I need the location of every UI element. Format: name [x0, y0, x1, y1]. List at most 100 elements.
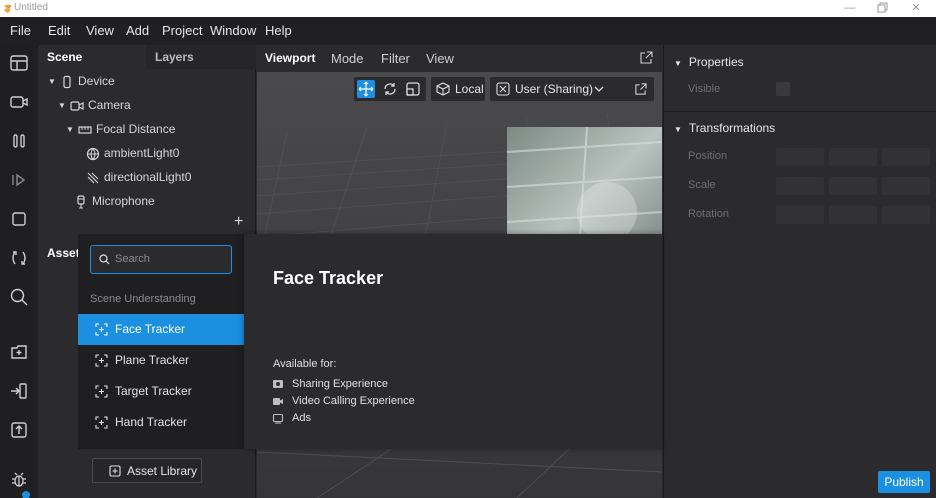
- properties-title: Properties: [688, 55, 744, 69]
- search-input[interactable]: Search: [90, 245, 232, 274]
- rotation-label: Rotation: [688, 208, 729, 220]
- properties-header[interactable]: ▼ Properties: [674, 55, 744, 69]
- tab-filter[interactable]: Filter: [381, 51, 410, 66]
- tree-item-label: Focal Distance: [96, 122, 176, 136]
- globe-icon: [86, 147, 100, 161]
- menu-view[interactable]: View: [86, 17, 114, 45]
- menu-project[interactable]: Project: [162, 17, 202, 45]
- tree-item-camera[interactable]: ▼ Camera: [58, 93, 131, 117]
- popout-icon[interactable]: [640, 51, 653, 64]
- scale-icon[interactable]: [404, 80, 422, 98]
- position-x-field[interactable]: [776, 148, 824, 166]
- position-z-field[interactable]: [882, 148, 930, 166]
- rotate-icon[interactable]: [381, 80, 399, 98]
- tree-item-device[interactable]: ▼ Device: [48, 69, 115, 93]
- tracker-icon: [95, 416, 108, 429]
- divider: [664, 111, 936, 112]
- menu-edit[interactable]: Edit: [48, 17, 70, 45]
- tree-item-label: ambientLight0: [104, 146, 180, 160]
- list-item-face-tracker[interactable]: Face Tracker: [78, 314, 244, 345]
- scale-label: Scale: [688, 179, 716, 191]
- available-label: Video Calling Experience: [292, 395, 415, 407]
- properties-panel: ▼ Properties Visible ▼ Transformations Pos…: [663, 45, 936, 498]
- available-label: Sharing Experience: [292, 378, 389, 390]
- scene-panel: Scene Layers Layers ▼Device ▼Camera ▼Foc…: [38, 45, 256, 235]
- scale-x-field[interactable]: [776, 177, 824, 195]
- camera-view-dropdown[interactable]: User (Sharing): [490, 77, 654, 101]
- camera-icon: [70, 101, 84, 111]
- microphone-icon: [77, 195, 85, 209]
- tree-item-directional-light[interactable]: directionalLight0: [86, 165, 191, 189]
- tree-item-label: directionalLight0: [104, 170, 192, 184]
- layout-icon[interactable]: [9, 53, 29, 73]
- local-label: Local: [455, 82, 484, 96]
- list-item-label: Plane Tracker: [115, 353, 190, 367]
- asset-library-button[interactable]: Asset Library: [92, 458, 202, 483]
- import-icon[interactable]: [9, 381, 29, 401]
- rotation-y-field[interactable]: [829, 206, 877, 224]
- minimize-icon[interactable]: —: [842, 1, 858, 15]
- tab-view[interactable]: View: [426, 51, 454, 66]
- viewport-header: Viewport Mode Filter View: [257, 45, 662, 72]
- add-object-popup-list: Search Scene Understanding Face Tracker …: [78, 234, 244, 449]
- position-y-field[interactable]: [829, 148, 877, 166]
- list-item-target-tracker[interactable]: Target Tracker: [78, 376, 244, 407]
- tracker-icon: [95, 323, 108, 336]
- stop-icon[interactable]: [9, 209, 29, 229]
- directional-light-icon: [87, 172, 99, 184]
- refresh-icon[interactable]: [9, 248, 29, 268]
- tracker-icon: [95, 354, 108, 367]
- tree-item-ambient-light[interactable]: ambientLight0: [86, 141, 179, 165]
- list-item-label: Hand Tracker: [115, 415, 188, 429]
- camera-icon[interactable]: [9, 92, 29, 112]
- rotation-x-field[interactable]: [776, 206, 824, 224]
- menu-window[interactable]: Window: [210, 17, 256, 45]
- tree-item-microphone[interactable]: Microphone: [74, 189, 155, 213]
- camera-view-icon: [496, 82, 510, 96]
- restore-icon[interactable]: [874, 1, 890, 15]
- title-bar: Untitled — ✕: [0, 0, 936, 17]
- list-item-hand-tracker[interactable]: Hand Tracker: [78, 407, 244, 438]
- pause-icon[interactable]: [9, 131, 29, 151]
- detail-title: Face Tracker: [273, 268, 384, 288]
- popout-camera-icon[interactable]: [635, 83, 647, 95]
- menu-add[interactable]: Add: [126, 17, 149, 45]
- bug-report-icon[interactable]: [9, 470, 29, 490]
- tab-scene[interactable]: Scene: [47, 45, 82, 69]
- position-label: Position: [688, 150, 728, 162]
- tree-item-label: Device: [78, 74, 115, 88]
- transformations-header[interactable]: ▼ Transformations: [674, 121, 775, 135]
- asset-library-label: Asset Library: [127, 464, 198, 478]
- available-label: Ads: [292, 412, 311, 424]
- tree-item-label: Camera: [88, 98, 131, 112]
- transformations-title: Transformations: [688, 121, 776, 135]
- tree-item-focal-distance[interactable]: ▼ Focal Distance: [66, 117, 175, 141]
- scale-y-field[interactable]: [829, 177, 877, 195]
- menu-help[interactable]: Help: [265, 17, 292, 45]
- tab-viewport[interactable]: Viewport: [265, 51, 315, 65]
- add-scene-object-button[interactable]: +: [234, 213, 243, 231]
- menu-file[interactable]: File: [10, 17, 31, 45]
- window-title: Untitled: [14, 2, 48, 13]
- chevron-down-icon: [594, 86, 604, 92]
- publish-button[interactable]: Publish: [878, 471, 930, 493]
- asset-library-icon: [109, 465, 121, 477]
- sharing-icon: [273, 380, 283, 388]
- user-view-label: User (Sharing): [515, 82, 594, 96]
- tab-mode[interactable]: Mode: [331, 51, 364, 66]
- tab-layers-label[interactable]: Layers: [155, 45, 194, 69]
- close-icon[interactable]: ✕: [908, 1, 924, 15]
- available-for-label: Available for:: [273, 358, 337, 370]
- add-object-icon[interactable]: [9, 342, 29, 362]
- step-forward-icon[interactable]: [9, 170, 29, 190]
- device-icon: [63, 75, 71, 88]
- scale-z-field[interactable]: [882, 177, 930, 195]
- local-toggle[interactable]: Local: [431, 77, 485, 101]
- list-item-plane-tracker[interactable]: Plane Tracker: [78, 345, 244, 376]
- ruler-icon: [78, 126, 92, 134]
- search-icon[interactable]: [9, 287, 29, 307]
- upload-icon[interactable]: [9, 420, 29, 440]
- visible-checkbox[interactable]: [776, 82, 790, 96]
- move-tool-button[interactable]: [357, 80, 375, 98]
- rotation-z-field[interactable]: [882, 206, 930, 224]
